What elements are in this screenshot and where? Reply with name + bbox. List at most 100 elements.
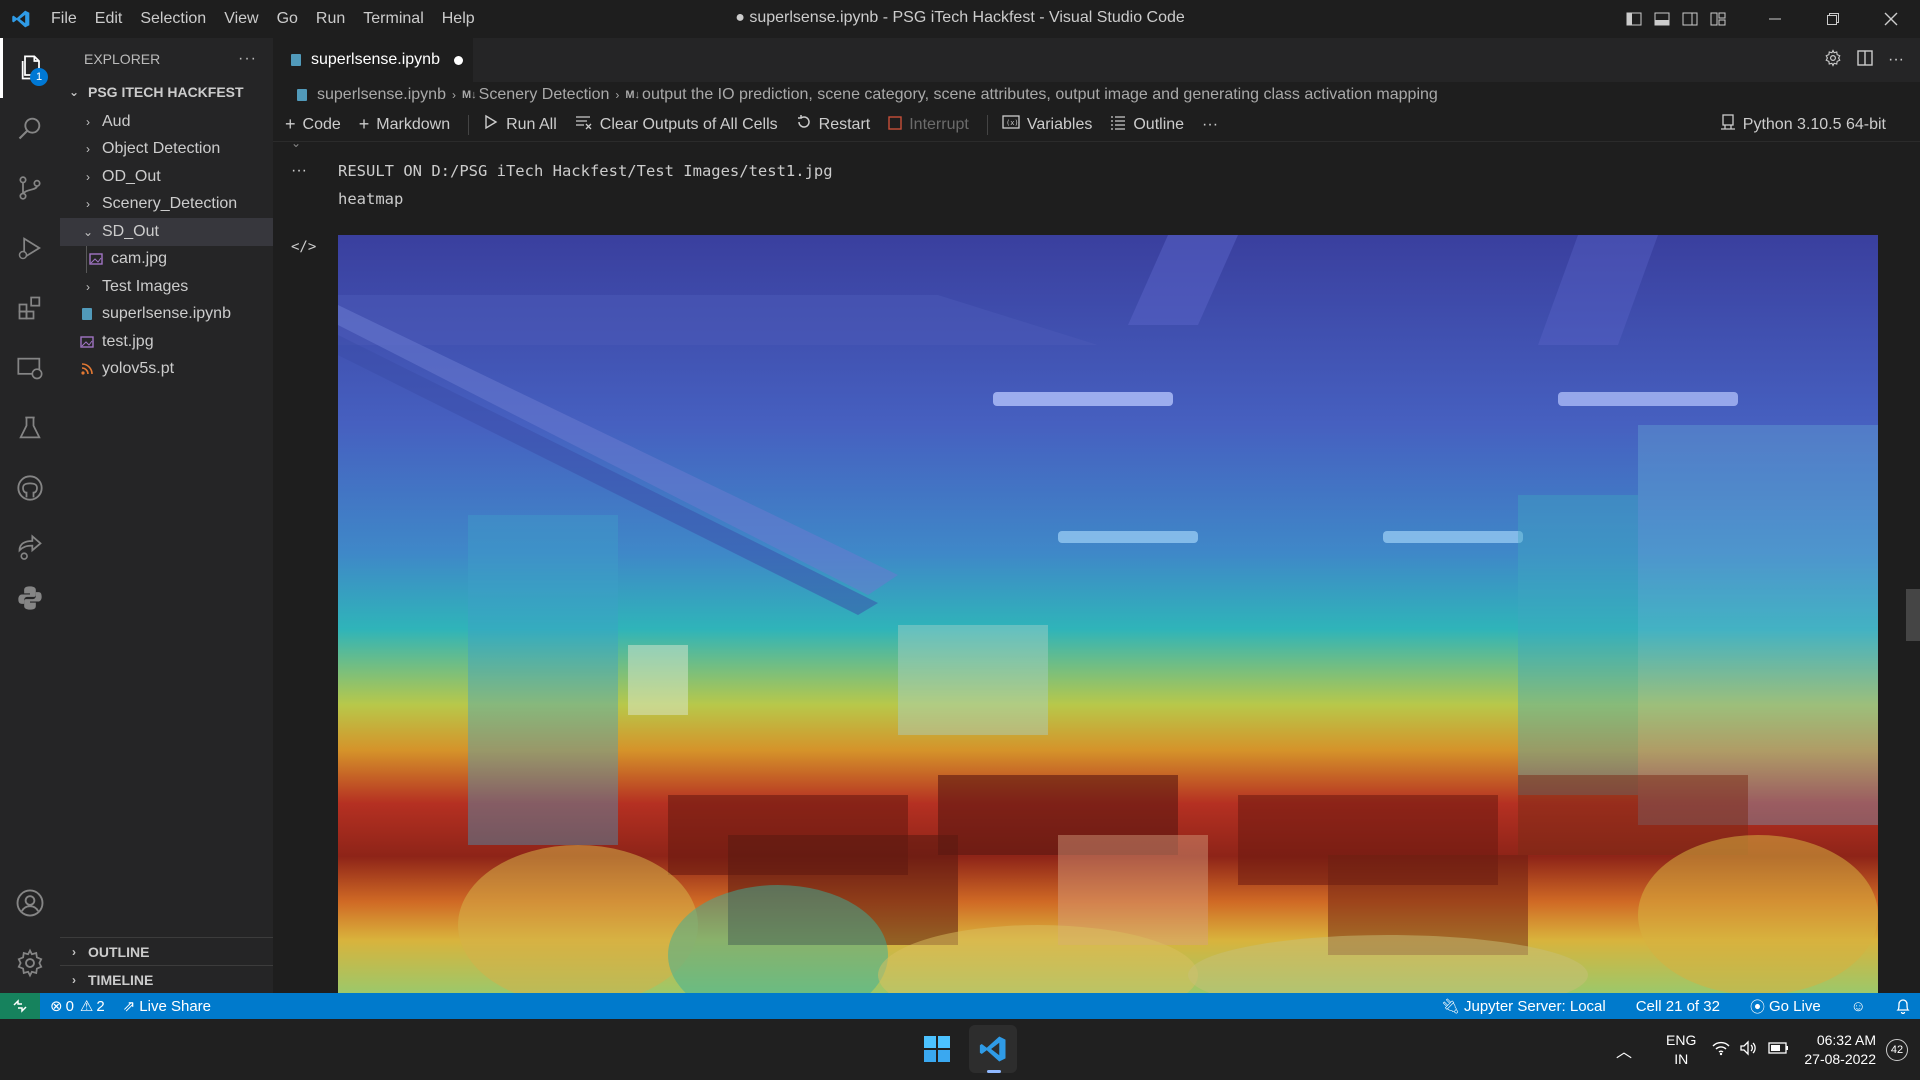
breadcrumb-section[interactable]: Scenery Detection xyxy=(479,86,610,104)
notification-count-badge[interactable]: 42 xyxy=(1886,1038,1908,1061)
jupyter-server-status[interactable]: 🔌︎ Jupyter Server: Local xyxy=(1441,997,1606,1016)
interrupt-kernel-button[interactable]: Interrupt xyxy=(888,114,969,135)
rss-file-icon xyxy=(80,362,94,376)
feedback-icon[interactable]: ☺ xyxy=(1851,998,1866,1015)
chevron-right-icon: › xyxy=(72,944,76,959)
breadcrumb-file[interactable]: superlsense.ipynb xyxy=(317,86,446,104)
explorer-badge: 1 xyxy=(30,68,48,86)
toggle-primary-sidebar-icon[interactable] xyxy=(1620,0,1648,38)
accounts-icon[interactable] xyxy=(0,873,60,933)
remote-indicator-icon[interactable] xyxy=(0,993,40,1019)
run-debug-icon[interactable] xyxy=(0,218,60,278)
variables-button[interactable]: (x) Variables xyxy=(1002,114,1092,135)
menu-edit[interactable]: Edit xyxy=(86,10,132,28)
tree-file-notebook[interactable]: superlsense.ipynb xyxy=(60,301,273,329)
collapse-output-icon[interactable]: ⌄ xyxy=(291,142,301,150)
add-code-cell-button[interactable]: + Code xyxy=(285,114,341,135)
menu-help[interactable]: Help xyxy=(433,10,484,28)
toolbar-more-button[interactable]: ··· xyxy=(1202,116,1218,134)
tab-label: superlsense.ipynb xyxy=(311,51,440,68)
outline-section[interactable]: › OUTLINE xyxy=(60,937,273,965)
toolbar-divider xyxy=(468,114,470,135)
menu-go[interactable]: Go xyxy=(268,10,307,28)
live-share-icon: ⇗ xyxy=(122,998,136,1015)
explorer-more-button[interactable]: ··· xyxy=(238,50,257,68)
battery-icon[interactable] xyxy=(1768,1041,1790,1058)
tree-item-label: OD_Out xyxy=(102,167,161,185)
breadcrumb-cell[interactable]: output the IO prediction, scene category… xyxy=(642,86,1438,104)
tree-item-label: SD_Out xyxy=(102,222,159,240)
add-markdown-cell-button[interactable]: + Markdown xyxy=(359,114,450,135)
menu-terminal[interactable]: Terminal xyxy=(354,10,432,28)
extensions-icon[interactable] xyxy=(0,278,60,338)
close-window-icon[interactable] xyxy=(1862,0,1920,38)
go-live-button[interactable]: ⦿ Go Live xyxy=(1750,996,1821,1017)
split-editor-icon[interactable] xyxy=(1856,49,1874,72)
cell-position-status[interactable]: Cell 21 of 32 xyxy=(1636,998,1720,1015)
tree-file-test-jpg[interactable]: test.jpg xyxy=(60,328,273,356)
github-icon[interactable] xyxy=(0,458,60,518)
tree-file-cam-jpg[interactable]: cam.jpg xyxy=(86,245,273,273)
restart-kernel-button[interactable]: Restart xyxy=(796,114,870,135)
minimize-icon[interactable] xyxy=(1746,0,1804,38)
chevron-right-icon: › xyxy=(72,972,76,987)
output-more-button[interactable]: ··· xyxy=(291,162,307,180)
output-renderer-code-icon[interactable]: </> xyxy=(291,239,316,255)
explorer-icon[interactable]: 1 xyxy=(0,38,60,98)
restore-icon[interactable] xyxy=(1804,0,1862,38)
customize-layout-icon[interactable] xyxy=(1704,0,1732,38)
source-control-icon[interactable] xyxy=(0,158,60,218)
tree-folder-scenery-detection[interactable]: › Scenery_Detection xyxy=(60,191,273,219)
editor-scrollbar[interactable] xyxy=(1906,589,1920,641)
toggle-secondary-sidebar-icon[interactable] xyxy=(1676,0,1704,38)
tab-notebook[interactable]: superlsense.ipynb xyxy=(273,38,473,82)
more-actions-icon[interactable]: ··· xyxy=(1888,51,1904,69)
menu-bar: File Edit Selection View Go Run Terminal… xyxy=(42,0,484,38)
remote-explorer-icon[interactable] xyxy=(0,338,60,398)
kernel-picker[interactable]: Python 3.10.5 64-bit xyxy=(1720,114,1886,135)
chevron-up-icon[interactable]: ︿ xyxy=(1616,1038,1632,1062)
volume-icon[interactable] xyxy=(1740,1040,1758,1059)
warning-icon: ⚠ xyxy=(79,998,94,1015)
menu-run[interactable]: Run xyxy=(307,10,354,28)
tree-folder-test-images[interactable]: › Test Images xyxy=(60,273,273,301)
taskbar-vscode-icon[interactable] xyxy=(969,1025,1017,1073)
clear-outputs-button[interactable]: Clear Outputs of All Cells xyxy=(575,114,778,135)
run-all-button[interactable]: Run All xyxy=(483,114,557,135)
workspace-root[interactable]: ⌄ PSG ITECH HACKFEST xyxy=(60,80,273,104)
outline-label: Outline xyxy=(1133,115,1185,133)
search-icon[interactable] xyxy=(0,98,60,158)
live-share-label: Live Share xyxy=(139,997,212,1015)
menu-view[interactable]: View xyxy=(215,10,267,28)
tree-folder-object-detection[interactable]: › Object Detection xyxy=(60,136,273,164)
chevron-down-icon: ⌄ xyxy=(68,85,80,99)
taskbar-clock[interactable]: 06:32 AM 27-08-2022 xyxy=(1804,1031,1876,1069)
toggle-panel-icon[interactable] xyxy=(1648,0,1676,38)
python-icon[interactable] xyxy=(0,568,60,628)
notifications-bell-icon[interactable] xyxy=(1896,998,1910,1014)
menu-selection[interactable]: Selection xyxy=(131,10,215,28)
tree-file-yolov5s-pt[interactable]: yolov5s.pt xyxy=(60,356,273,384)
wifi-icon[interactable] xyxy=(1712,1040,1730,1059)
live-share-status[interactable]: ⇗ Live Share xyxy=(122,997,212,1016)
clock-time: 06:32 AM xyxy=(1816,1031,1876,1048)
menu-file[interactable]: File xyxy=(42,10,86,28)
windows-start-icon[interactable] xyxy=(913,1025,961,1073)
add-code-label: Code xyxy=(302,115,341,133)
outline-section-label: OUTLINE xyxy=(88,943,150,960)
unsaved-dot-icon[interactable] xyxy=(453,55,463,65)
problems-indicator[interactable]: ⊗ 0 ⚠ 2 xyxy=(50,997,105,1016)
plus-icon: + xyxy=(285,114,296,134)
tree-folder-sd-out[interactable]: ⌄ SD_Out xyxy=(60,218,273,246)
toolbar-more-label: ··· xyxy=(1202,115,1219,133)
input-language-indicator[interactable]: ENG IN xyxy=(1666,1031,1696,1069)
notebook-settings-gear-icon[interactable] xyxy=(1824,48,1842,72)
tree-folder-aud[interactable]: › Aud xyxy=(60,108,273,136)
warning-count: 2 xyxy=(96,997,105,1015)
manage-gear-icon[interactable] xyxy=(0,933,60,993)
timeline-section[interactable]: › TIMELINE xyxy=(60,965,273,993)
tree-folder-od-out[interactable]: › OD_Out xyxy=(60,163,273,191)
chevron-right-icon: › xyxy=(615,88,620,102)
outline-button[interactable]: Outline xyxy=(1110,114,1184,135)
testing-icon[interactable] xyxy=(0,398,60,458)
